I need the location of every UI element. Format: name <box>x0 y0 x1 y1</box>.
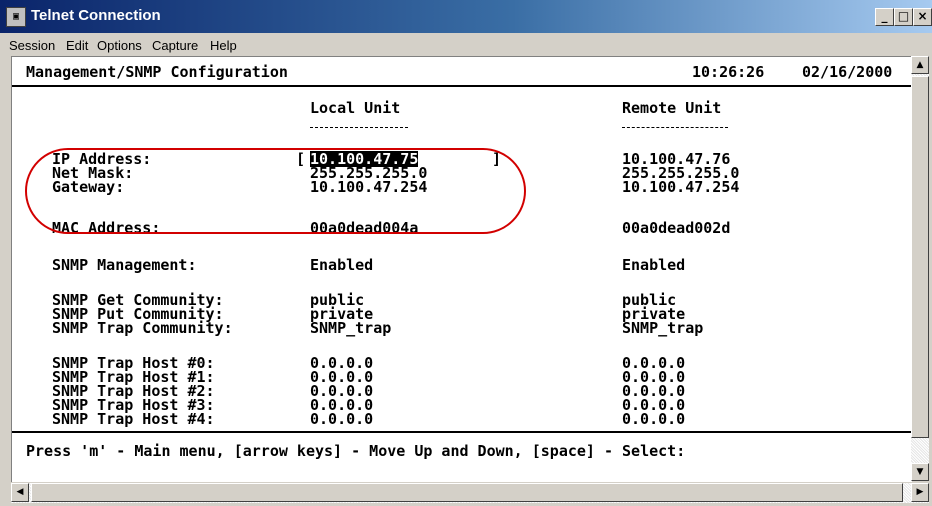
local-header-underline <box>310 127 408 128</box>
vertical-scrollbar[interactable]: ▲ ▼ <box>911 56 929 481</box>
remote-unit-header: Remote Unit <box>622 99 722 117</box>
scroll-right-button[interactable]: ▶ <box>911 483 929 502</box>
local-trap-community: SNMP_trap <box>310 319 392 337</box>
scroll-up-button[interactable]: ▲ <box>911 56 929 74</box>
remote-mac-address: 00a0dead002d <box>622 219 731 237</box>
menu-bar: Session Edit Options Capture Help <box>0 34 932 56</box>
window-title: Telnet Connection <box>31 7 161 24</box>
local-mac-address: 00a0dead004a <box>310 219 419 237</box>
vertical-scroll-thumb[interactable] <box>911 76 929 438</box>
label-mac-address: MAC Address: <box>52 219 161 237</box>
terminal-screen[interactable]: Management/SNMP Configuration 10:26:26 0… <box>11 56 912 482</box>
title-bar[interactable]: ▣ Telnet Connection _ □ × <box>0 0 932 33</box>
scroll-down-button[interactable]: ▼ <box>911 463 929 481</box>
clock-time: 10:26:26 <box>692 63 765 81</box>
ip-field-bracket-close: ] <box>492 150 502 168</box>
local-snmp-management: Enabled <box>310 256 374 274</box>
terminal-icon: ▣ <box>6 7 26 27</box>
label-gateway: Gateway: <box>52 178 125 196</box>
remote-snmp-management: Enabled <box>622 256 686 274</box>
clock-date: 02/16/2000 <box>802 63 893 81</box>
local-unit-header: Local Unit <box>310 99 401 117</box>
remote-gateway: 10.100.47.254 <box>622 178 740 196</box>
local-gateway: 10.100.47.254 <box>310 178 428 196</box>
menu-capture[interactable]: Capture <box>152 38 198 53</box>
label-trap-community: SNMP Trap Community: <box>52 319 233 337</box>
command-prompt: Press 'm' - Main menu, [arrow keys] - Mo… <box>26 442 686 460</box>
minimize-button[interactable]: _ <box>875 8 894 26</box>
close-button[interactable]: × <box>913 8 932 26</box>
menu-help[interactable]: Help <box>210 38 237 53</box>
horizontal-scroll-thumb[interactable] <box>31 483 903 502</box>
ip-field-bracket-open: [ <box>296 150 306 168</box>
local-trap-host-4: 0.0.0.0 <box>310 410 374 428</box>
horizontal-scrollbar[interactable]: ◀ ▶ <box>11 483 929 503</box>
top-separator <box>12 85 912 87</box>
remote-trap-host-4: 0.0.0.0 <box>622 410 686 428</box>
screen-title: Management/SNMP Configuration <box>26 63 288 81</box>
menu-options[interactable]: Options <box>97 38 142 53</box>
telnet-window: ▣ Telnet Connection _ □ × Session Edit O… <box>0 0 932 506</box>
remote-trap-community: SNMP_trap <box>622 319 704 337</box>
label-trap-host-4: SNMP Trap Host #4: <box>52 410 215 428</box>
scroll-left-button[interactable]: ◀ <box>11 483 29 502</box>
menu-edit[interactable]: Edit <box>66 38 88 53</box>
remote-header-underline <box>622 127 728 128</box>
label-snmp-management: SNMP Management: <box>52 256 197 274</box>
menu-session[interactable]: Session <box>9 38 55 53</box>
maximize-button[interactable]: □ <box>894 8 913 26</box>
bottom-separator <box>12 431 912 433</box>
